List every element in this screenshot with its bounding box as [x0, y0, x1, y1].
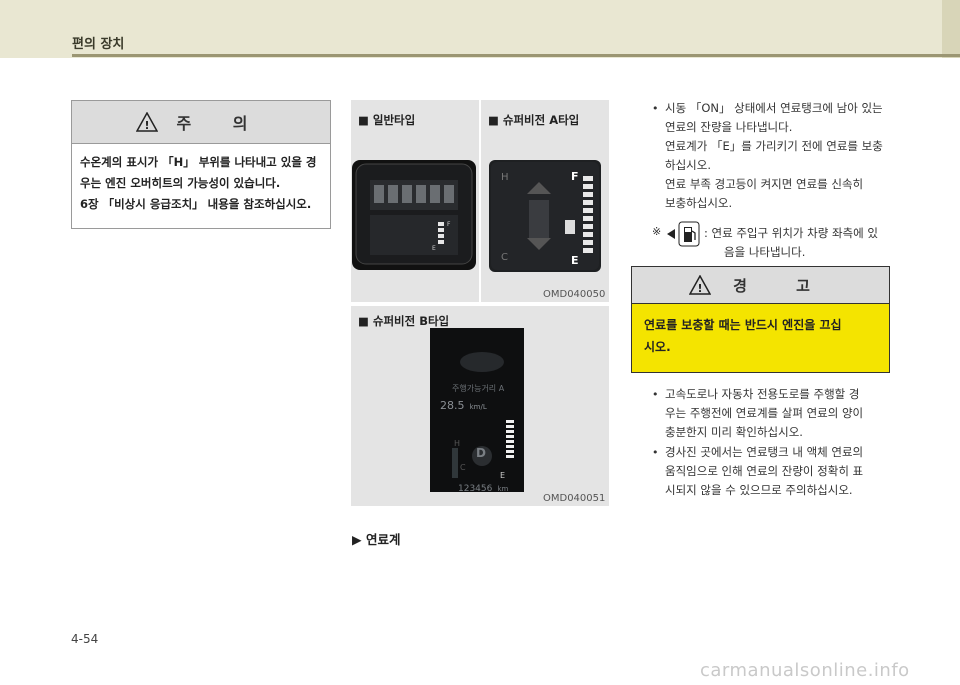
trip-label: 주행가능거리 A	[452, 384, 505, 393]
caution-header: ! 주 의	[72, 101, 330, 144]
panel-label-super-a: ■ 슈퍼비전 A타입	[488, 113, 580, 127]
svg-text:H: H	[501, 172, 509, 183]
svg-text:C: C	[460, 463, 466, 472]
bullet-dot: •	[652, 102, 659, 115]
caution-text: 수온계의 표시가 「H」 부위를 나타내고 있을 경 우는 엔진 오버히트의 가…	[72, 144, 330, 223]
highway-advice: 고속도로나 자동차 전용도로를 주행할 경 우는 주행전에 연료계를 살펴 연료…	[665, 385, 927, 442]
image-code: OMD040051	[543, 493, 606, 504]
panel-label-general: ■ 일반타입	[358, 113, 416, 127]
text-line: 시되지 않을 수 있으므로 주의하십시오.	[665, 483, 853, 497]
arrow-left-icon	[667, 229, 675, 239]
image-code: OMD040050	[543, 289, 606, 300]
text-line: 시동 「ON」 상태에서 연료탱크에 남아 있는	[665, 101, 883, 115]
svg-text:F: F	[571, 170, 579, 183]
svg-text:F: F	[447, 221, 451, 228]
text-line: 보충하십시오.	[665, 196, 733, 210]
fuel-gauge-heading: ▶ 연료계	[352, 532, 401, 547]
svg-text:E: E	[432, 245, 436, 252]
cluster-general-image: F E	[352, 160, 476, 270]
panel-label-super-b: ■ 슈퍼비전 B타입	[358, 314, 450, 328]
odometer-value: 123456	[458, 484, 493, 494]
text-line: 연료계가 「E」를 가리키기 전에 연료를 보충	[665, 139, 883, 153]
text-line: 고속도로나 자동차 전용도로를 주행할 경	[665, 387, 860, 401]
gear-indicator: D	[476, 446, 486, 460]
cluster-super-a-image: H C F E	[489, 160, 601, 272]
section-title: 편의 장치	[72, 37, 125, 52]
caution-title: 주 의	[176, 114, 266, 133]
cluster-super-b-image: E H C 주행가능거리 A 28.5 km/L D 123456 km	[430, 328, 524, 495]
slope-advice: 경사진 곳에서는 연료탱크 내 액체 연료의 움직임으로 인해 연료의 잔량이 …	[665, 443, 927, 500]
warning-triangle-icon: !	[689, 275, 712, 295]
fuel-pump-icon	[678, 221, 700, 247]
warning-box: ! 경 고 연료를 보충할 때는 반드시 엔진을 끄십 시오.	[631, 266, 890, 373]
fuel-door-note: : 연료 주입구 위치가 차량 좌측에 있 음을 나타냅니다.	[704, 224, 904, 262]
text-line: : 연료 주입구 위치가 차량 좌측에 있	[704, 226, 878, 240]
svg-text:!: !	[145, 119, 150, 132]
fuel-economy-value: 28.5	[440, 399, 465, 412]
warning-text: 연료를 보충할 때는 반드시 엔진을 끄십 시오.	[632, 304, 889, 368]
text-line: 움직임으로 인해 연료의 잔량이 정확히 표	[665, 464, 864, 478]
caution-box: ! 주 의 수온계의 표시가 「H」 부위를 나타내고 있을 경 우는 엔진 오…	[71, 100, 331, 229]
caution-line: 수온계의 표시가 「H」 부위를 나타내고 있을 경	[80, 155, 317, 169]
warning-triangle-icon: !	[136, 112, 159, 132]
fuel-gauge-description: 시동 「ON」 상태에서 연료탱크에 남아 있는 연료의 잔량을 나타냅니다. …	[665, 99, 927, 213]
svg-text:H: H	[454, 439, 460, 448]
odometer-unit: km	[497, 485, 509, 493]
note-mark: ※	[652, 225, 662, 238]
text-line: 연료 부족 경고등이 켜지면 연료를 신속히	[665, 177, 864, 191]
fuel-economy-unit: km/L	[469, 403, 487, 411]
header-rule	[72, 54, 960, 57]
svg-text:C: C	[501, 252, 508, 263]
page-header: 편의 장치	[0, 0, 960, 58]
warning-line: 시오.	[644, 340, 671, 354]
warning-header: ! 경 고	[632, 267, 889, 304]
odometer: 123456 km	[458, 476, 508, 495]
fuel-economy-readout: 28.5 km/L	[440, 394, 487, 413]
text-line: 음을 나타냅니다.	[724, 245, 806, 259]
page-number: 4-54	[71, 632, 99, 646]
bullet-dot: •	[652, 388, 659, 401]
watermark: carmanualsonline.info	[700, 660, 910, 681]
bullet-dot: •	[652, 446, 659, 459]
text-line: 우는 주행전에 연료계를 살펴 연료의 양이	[665, 406, 864, 420]
svg-text:E: E	[571, 254, 579, 267]
text-line: 연료의 잔량을 나타냅니다.	[665, 120, 793, 134]
text-line: 경사진 곳에서는 연료탱크 내 액체 연료의	[665, 445, 864, 459]
warning-title: 경 고	[733, 276, 832, 295]
svg-text:!: !	[698, 282, 703, 295]
header-tab	[942, 0, 960, 58]
caution-line: 우는 엔진 오버히트의 가능성이 있습니다.	[80, 176, 281, 190]
text-line: 하십시오.	[665, 158, 711, 172]
caution-line: 6장 「비상시 응급조치」 내용을 참조하십시오.	[80, 197, 312, 211]
text-line: 충분한지 미리 확인하십시오.	[665, 425, 803, 439]
warning-line: 연료를 보충할 때는 반드시 엔진을 끄십	[644, 318, 842, 332]
